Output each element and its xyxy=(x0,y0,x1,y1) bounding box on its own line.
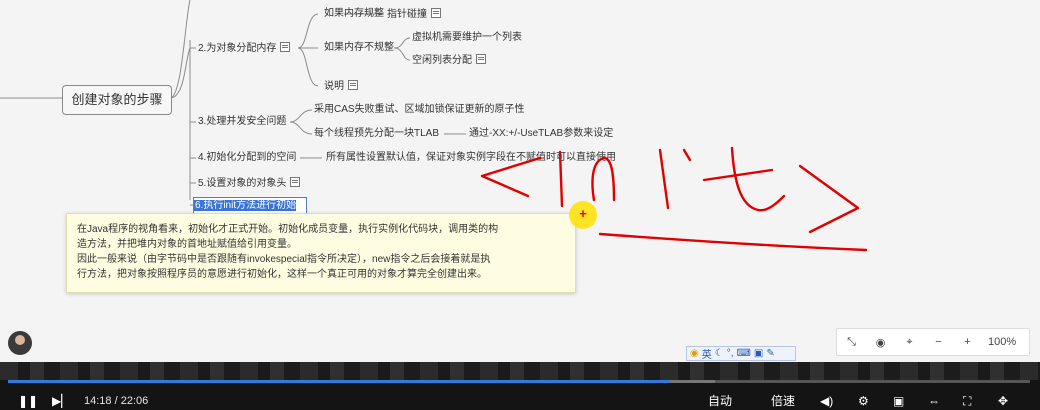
avatar xyxy=(8,331,32,355)
keyboard-icon[interactable]: ⌨ xyxy=(736,348,750,359)
pause-icon[interactable]: ❚❚ xyxy=(18,393,38,409)
next-icon[interactable]: ▶▏ xyxy=(52,393,70,409)
ime-language[interactable]: 英 xyxy=(702,346,712,361)
wrench-icon[interactable]: ✎ xyxy=(766,348,774,359)
pip-icon[interactable]: ▣ xyxy=(893,393,904,409)
fit-icon[interactable]: ⤡ xyxy=(837,336,866,349)
total-time: 22:06 xyxy=(120,395,149,407)
speed-button[interactable]: 倍速 xyxy=(771,393,795,409)
zoom-in-icon[interactable]: + xyxy=(953,336,982,348)
progress-fill[interactable] xyxy=(8,380,669,383)
skin-icon[interactable]: ▣ xyxy=(754,348,763,359)
volume-icon[interactable]: ◀) xyxy=(820,393,833,409)
widescreen-icon[interactable]: ⇔ xyxy=(928,393,940,409)
settings-icon[interactable]: ⚙ xyxy=(858,393,869,409)
mindmap-canvas: 创建对象的步骤 2.为对象分配内存 如果内存规整 指针碰撞 如果内存不规整 虚拟… xyxy=(0,0,1040,362)
time-display: 14:18 / 22:06 xyxy=(84,393,148,409)
zoom-toolbar: ⤡ ◉ ⌖ − + 100% xyxy=(836,328,1030,356)
zoom-level[interactable]: 100% xyxy=(988,336,1016,348)
quality-button[interactable]: 自动 xyxy=(708,393,732,409)
fullscreen-icon[interactable]: ✥ xyxy=(998,393,1008,409)
zoom-out-icon[interactable]: − xyxy=(924,336,953,348)
location-icon[interactable]: ⌖ xyxy=(895,336,924,349)
ime-toolbar[interactable]: ◉ 英 ☾ °, ⌨ ▣ ✎ xyxy=(686,346,796,361)
punctuation-icon[interactable]: °, xyxy=(727,348,734,359)
fullscreen-page-icon[interactable]: ⛶ xyxy=(963,393,971,409)
preview-thumbnail-strip xyxy=(0,362,1040,380)
ime-logo-icon: ◉ xyxy=(690,348,699,359)
moon-icon[interactable]: ☾ xyxy=(715,348,724,359)
eye-icon[interactable]: ◉ xyxy=(866,336,895,349)
red-handwriting-annotation xyxy=(480,146,868,252)
time-separator: / xyxy=(114,395,118,407)
current-time: 14:18 xyxy=(84,395,112,407)
